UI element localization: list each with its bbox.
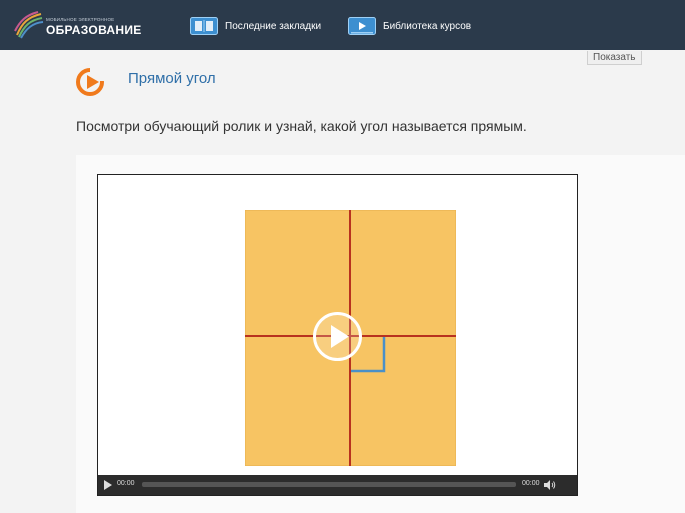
video-player[interactable]: 00:00 00:00	[97, 174, 578, 496]
logo-subtitle: Мобильное электронное	[46, 17, 115, 22]
progress-bar[interactable]	[142, 482, 516, 487]
lesson-play-icon	[76, 67, 105, 96]
video-library-icon	[348, 17, 376, 35]
total-time: 00:00	[522, 480, 540, 487]
play-button[interactable]	[312, 311, 363, 362]
lesson-title[interactable]: Прямой угол	[128, 70, 216, 87]
book-icon	[190, 17, 218, 35]
play-icon[interactable]	[104, 480, 112, 490]
current-time: 00:00	[117, 480, 135, 487]
logo-mark-icon	[14, 11, 44, 39]
nav-recent-bookmarks-label: Последние закладки	[225, 20, 322, 32]
nav-course-library-label: Библиотека курсов	[383, 20, 472, 32]
show-button[interactable]: Показать	[587, 51, 642, 65]
video-control-bar: 00:00 00:00	[98, 475, 577, 495]
nav-course-library[interactable]: Библиотека курсов	[348, 17, 471, 35]
lesson-instruction: Посмотри обучающий ролик и узнай, какой …	[76, 118, 527, 134]
logo[interactable]: Мобильное электронное ОБРАЗОВАНИЕ	[14, 11, 149, 39]
logo-title: ОБРАЗОВАНИЕ	[46, 23, 142, 37]
volume-icon[interactable]	[544, 480, 556, 490]
top-navigation-bar: Мобильное электронное ОБРАЗОВАНИЕ Послед…	[0, 0, 685, 50]
nav-recent-bookmarks[interactable]: Последние закладки	[190, 17, 321, 35]
